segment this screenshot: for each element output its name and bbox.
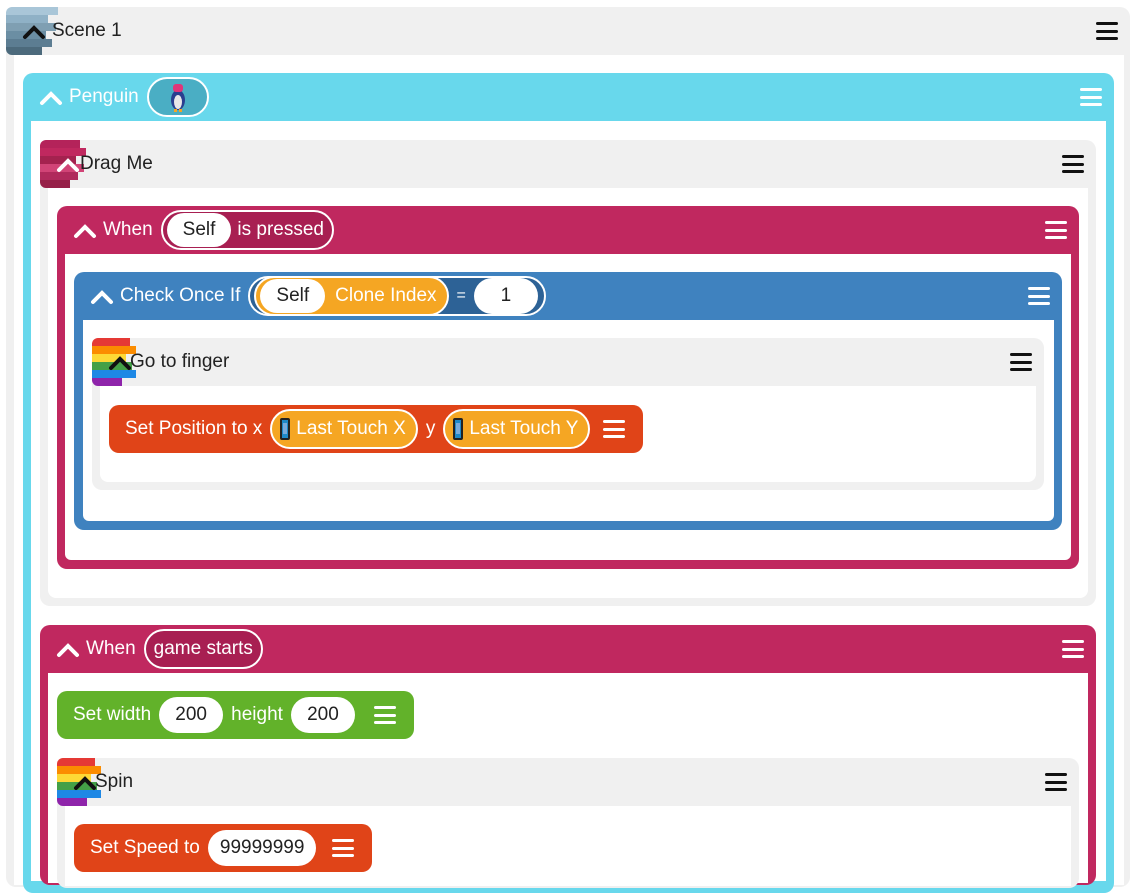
set-position-label: Set Position to x: [125, 418, 263, 439]
set-speed-menu-icon[interactable]: [332, 839, 354, 857]
go-to-finger-title: Go to finger: [130, 351, 230, 372]
set-position-block[interactable]: Set Position to x Last Touch X y Last To…: [109, 405, 643, 453]
drag-me-menu-icon[interactable]: [1062, 155, 1084, 173]
set-speed-block[interactable]: Set Speed to 99999999: [74, 824, 372, 872]
spin-header[interactable]: Spin: [57, 758, 1079, 806]
check-once-label: Check Once If: [120, 285, 241, 306]
sprite-menu-icon[interactable]: [1080, 88, 1102, 106]
when-label: When: [86, 638, 136, 659]
scene-title: Scene 1: [52, 20, 122, 41]
drag-me-header[interactable]: Drag Me: [40, 140, 1096, 188]
clone-index-property[interactable]: Self Clone Index: [254, 276, 449, 316]
self-chip[interactable]: Self: [260, 279, 326, 313]
scene-header[interactable]: Scene 1: [6, 7, 1130, 55]
set-size-block[interactable]: Set width 200 height 200: [57, 691, 414, 739]
collapse-chevron-icon[interactable]: [90, 287, 114, 305]
event-label: is pressed: [237, 219, 324, 240]
phone-icon: [453, 418, 464, 440]
check-once-header[interactable]: Check Once If Self Clone Index = 1: [74, 272, 1062, 320]
when-pressed-menu-icon[interactable]: [1045, 221, 1067, 239]
set-size-menu-icon[interactable]: [374, 706, 396, 724]
set-width-label: Set width: [73, 704, 152, 725]
property-label: Clone Index: [335, 285, 437, 306]
compare-value-input[interactable]: 1: [473, 278, 538, 314]
last-touch-x-value[interactable]: Last Touch X: [270, 409, 418, 449]
when-pressed-header[interactable]: When Self is pressed: [57, 206, 1079, 254]
check-once-menu-icon[interactable]: [1028, 287, 1050, 305]
collapse-chevron-icon[interactable]: [73, 773, 97, 791]
collapse-chevron-icon[interactable]: [73, 221, 97, 239]
set-speed-label: Set Speed to: [90, 837, 200, 858]
height-label: height: [231, 704, 283, 725]
y-label: y: [425, 418, 436, 439]
collapse-chevron-icon[interactable]: [56, 640, 80, 658]
condition-pill[interactable]: Self Clone Index = 1: [248, 276, 546, 316]
pressed-event-pill[interactable]: Self is pressed: [160, 210, 334, 250]
collapse-chevron-icon[interactable]: [108, 353, 132, 371]
target-self-chip[interactable]: Self: [166, 213, 232, 247]
go-to-finger-menu-icon[interactable]: [1010, 353, 1032, 371]
width-input[interactable]: 200: [159, 697, 224, 733]
collapse-chevron-icon[interactable]: [39, 88, 63, 106]
drag-me-title: Drag Me: [80, 153, 153, 174]
game-start-header[interactable]: When game starts: [40, 625, 1096, 673]
game-start-menu-icon[interactable]: [1062, 640, 1084, 658]
go-to-finger-header[interactable]: Go to finger: [92, 338, 1044, 386]
spin-menu-icon[interactable]: [1045, 773, 1067, 791]
operator-label: =: [456, 287, 466, 304]
scene-menu-icon[interactable]: [1096, 22, 1118, 40]
collapse-chevron-icon[interactable]: [56, 155, 80, 173]
sprite-header[interactable]: Penguin: [23, 73, 1114, 121]
last-touch-y-value[interactable]: Last Touch Y: [443, 409, 591, 449]
collapse-chevron-icon[interactable]: [22, 22, 46, 40]
penguin-avatar-icon[interactable]: [146, 77, 209, 117]
game-starts-event-pill[interactable]: game starts: [143, 629, 263, 669]
phone-icon: [280, 418, 291, 440]
spin-title: Spin: [95, 771, 134, 792]
speed-input[interactable]: 99999999: [207, 830, 317, 866]
sprite-name: Penguin: [69, 86, 139, 107]
set-position-menu-icon[interactable]: [603, 420, 625, 438]
when-label: When: [103, 219, 153, 240]
height-input[interactable]: 200: [290, 697, 355, 733]
